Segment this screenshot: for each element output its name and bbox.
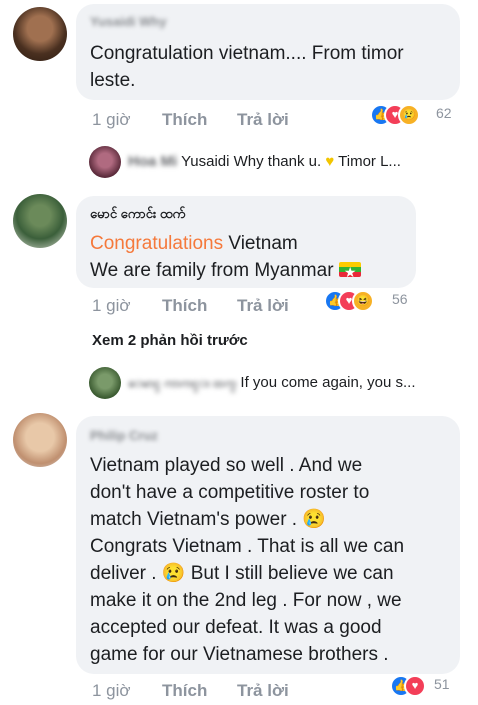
- haha-reaction-icon: 😆: [352, 290, 374, 312]
- reaction-count: 56: [392, 291, 408, 307]
- reaction-count: 51: [434, 676, 450, 692]
- comment-time: 1 giờ: [92, 110, 131, 129]
- reply-author: Hoa Mi: [128, 153, 178, 170]
- reply-button[interactable]: Trả lời: [237, 681, 289, 701]
- myanmar-flag-icon: [338, 259, 361, 286]
- crying-emoji-icon: 😢: [302, 509, 327, 530]
- reply-text-after: Timor L...: [338, 153, 401, 170]
- comment-text: Congratulation vietnam.... From timor le…: [90, 43, 404, 91]
- love-reaction-icon: ♥: [404, 675, 426, 697]
- comment-time: 1 giờ: [92, 296, 131, 315]
- view-previous-replies[interactable]: Xem 2 phản hồi trước: [92, 332, 248, 349]
- comment-author[interactable]: Philip Cruz: [90, 428, 158, 443]
- comment-time: 1 giờ: [92, 681, 131, 700]
- reaction-count: 62: [436, 105, 452, 121]
- reply-preview[interactable]: ေမာင္ ကာကင္း ထက္ If you come again, you …: [128, 374, 416, 393]
- heart-emoji-icon: ♥: [325, 153, 335, 170]
- comment-text: Congratulations Vietnam We are family fr…: [90, 230, 410, 286]
- reaction-summary[interactable]: 👍 ♥ 😆 56: [324, 288, 424, 312]
- sad-reaction-icon: 😢: [398, 104, 420, 126]
- reply-avatar[interactable]: [89, 146, 121, 178]
- comment-author[interactable]: Yusaidi Why: [90, 14, 167, 29]
- highlighted-word: Congratulations: [90, 233, 224, 254]
- crying-emoji-icon: 😢: [161, 563, 186, 584]
- like-button[interactable]: Thích: [162, 296, 207, 316]
- reply-preview[interactable]: Hoa Mi Yusaidi Why thank u. ♥ Timor L...: [128, 153, 401, 170]
- reply-button[interactable]: Trả lời: [237, 110, 289, 130]
- comment-bubble: Yusaidi Why Congratulation vietnam.... F…: [76, 4, 460, 100]
- comment-text: Vietnam played so well . And we don't ha…: [90, 455, 405, 665]
- avatar[interactable]: [13, 7, 67, 61]
- reply-text: Yusaidi Why thank u.: [181, 153, 322, 170]
- reaction-summary[interactable]: 👍 ♥ 51: [390, 673, 470, 697]
- comment-bubble: Philip Cruz Vietnam played so well . And…: [76, 416, 460, 674]
- reply-avatar[interactable]: [89, 367, 121, 399]
- like-button[interactable]: Thích: [162, 110, 207, 130]
- reaction-summary[interactable]: 👍 ♥ 😢 62: [370, 102, 470, 126]
- reply-author: ေမာင္ ကာကင္း ထက္: [128, 376, 237, 390]
- comment-bubble: မောင် ကောင်း ထက် Congratulations Vietnam…: [76, 196, 416, 288]
- reply-button[interactable]: Trả lời: [237, 296, 289, 316]
- avatar[interactable]: [13, 194, 67, 248]
- reply-text: If you come again, you s...: [240, 374, 416, 391]
- avatar[interactable]: [13, 413, 67, 467]
- like-button[interactable]: Thích: [162, 681, 207, 701]
- comment-author[interactable]: မောင် ကောင်း ထက်: [90, 206, 185, 225]
